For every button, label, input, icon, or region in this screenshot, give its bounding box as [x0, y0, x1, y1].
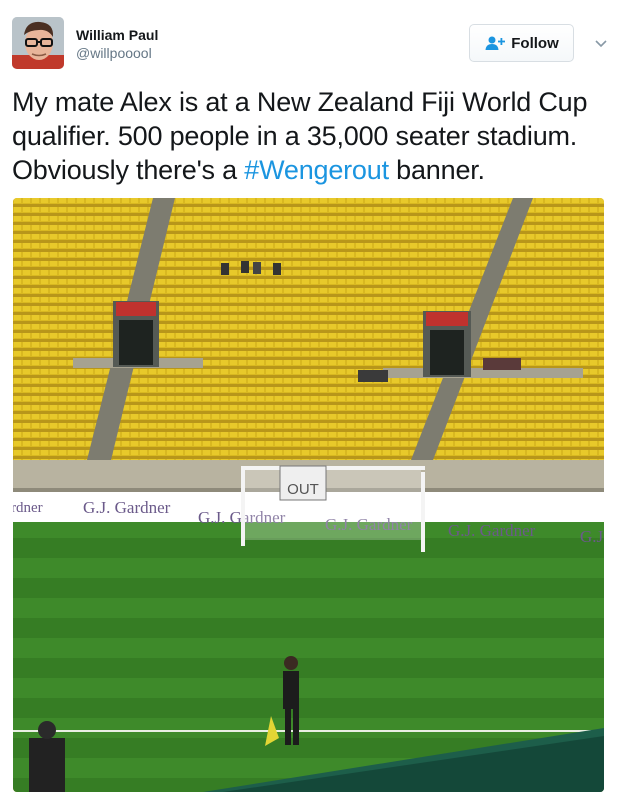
tweet-header: William Paul @willpooool Follow — [12, 15, 614, 71]
tweet-text: My mate Alex is at a New Zealand Fiji Wo… — [12, 85, 612, 187]
hoarding-partial-left: rdner — [13, 500, 43, 516]
out-banner-text: OUT — [287, 481, 319, 498]
tweet-text-end: banner. — [388, 155, 485, 185]
user-info[interactable]: William Paul @willpooool — [76, 26, 158, 62]
hoarding-partial-right: G.J — [580, 527, 604, 546]
add-user-icon — [484, 35, 506, 51]
user-handle[interactable]: @willpooool — [76, 44, 158, 62]
hashtag-link[interactable]: #Wengerout — [244, 155, 389, 185]
tweet-card: William Paul @willpooool Follow My mate … — [0, 0, 626, 800]
tweet-photo[interactable]: rdner G.J. Gardner G.J. Gardner G.J. Gar… — [13, 198, 604, 792]
stadium-photo: rdner G.J. Gardner G.J. Gardner G.J. Gar… — [13, 198, 604, 792]
avatar-photo — [12, 17, 64, 69]
chevron-down-icon[interactable] — [594, 36, 608, 48]
follow-label: Follow — [511, 34, 559, 52]
hoarding-text-1: G.J. Gardner — [83, 498, 171, 517]
avatar[interactable] — [12, 17, 64, 69]
hoarding-text-4: G.J. Gardner — [448, 521, 536, 540]
follow-button[interactable]: Follow — [469, 24, 574, 62]
display-name[interactable]: William Paul — [76, 26, 158, 44]
